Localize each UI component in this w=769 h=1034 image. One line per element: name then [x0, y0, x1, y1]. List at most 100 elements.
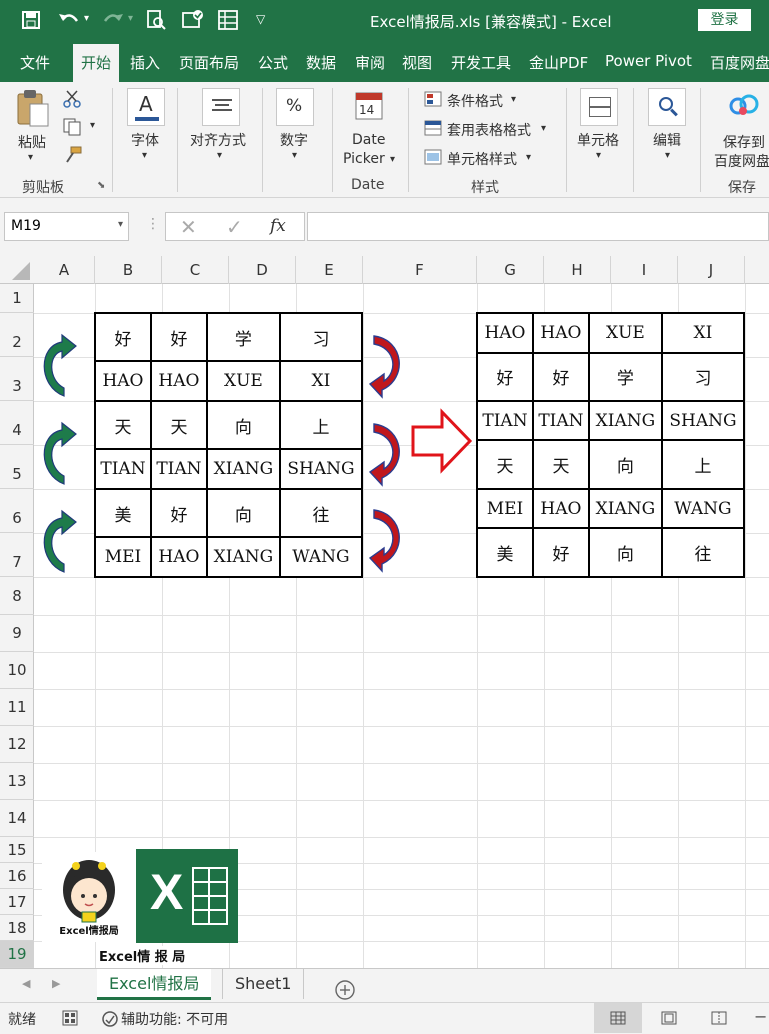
normal-view-button[interactable] — [594, 1003, 642, 1033]
table-cell[interactable]: XIANG — [587, 487, 663, 530]
table-cell[interactable]: WANG — [660, 487, 746, 530]
number-dropdown-icon[interactable]: ▾ — [292, 150, 297, 161]
table-cell[interactable]: 往 — [278, 487, 364, 539]
table-format-dropdown-icon[interactable]: ▾ — [541, 123, 546, 134]
cell-style-icon[interactable] — [424, 149, 442, 165]
table-cell[interactable]: MEI — [94, 536, 152, 578]
enter-icon[interactable]: ✓ — [226, 215, 243, 239]
date-picker-label-2[interactable]: Picker — [343, 151, 385, 167]
save-to-label-1[interactable]: 保存到 — [723, 132, 765, 152]
paste-label[interactable]: 粘贴 — [18, 132, 46, 152]
column-header-e[interactable]: E — [296, 256, 363, 284]
table-cell[interactable]: XUE — [587, 312, 663, 354]
table-cell[interactable]: HAO — [149, 536, 208, 578]
row-header-19[interactable]: 19 — [0, 941, 34, 968]
edit-label[interactable]: 编辑 — [653, 130, 681, 150]
cells-label[interactable]: 单元格 — [577, 130, 619, 150]
undo-dropdown-icon[interactable]: ▾ — [84, 13, 89, 24]
table-cell[interactable]: 向 — [587, 527, 663, 578]
table-cell[interactable]: 上 — [660, 439, 746, 490]
more-options-icon[interactable]: ⋮ — [146, 216, 160, 232]
save-to-label-2[interactable]: 百度网盘 — [714, 151, 769, 171]
table-cell[interactable]: TIAN — [476, 399, 534, 442]
form-icon[interactable] — [218, 10, 238, 30]
page-break-preview-icon[interactable] — [711, 1011, 727, 1025]
excel-qingbaoju-logo[interactable]: Excel情报局 — [42, 852, 136, 942]
save-icon[interactable] — [22, 11, 40, 29]
table-cell[interactable]: 向 — [587, 439, 663, 490]
paste-dropdown-icon[interactable]: ▾ — [28, 152, 33, 163]
accessibility-status[interactable]: 辅助功能: 不可用 — [121, 1009, 228, 1029]
copy-icon[interactable] — [63, 118, 83, 136]
row-header-13[interactable]: 13 — [0, 763, 34, 800]
print-preview-icon[interactable] — [146, 10, 166, 30]
table-cell[interactable]: TIAN — [149, 448, 208, 490]
row-header-4[interactable]: 4 — [0, 401, 34, 445]
column-header-j[interactable]: J — [678, 256, 745, 284]
tab-insert[interactable]: 插入 — [130, 52, 160, 73]
column-header-d[interactable]: D — [229, 256, 296, 284]
select-all-button[interactable] — [0, 256, 34, 284]
table-cell[interactable]: 向 — [205, 487, 281, 539]
row-header-6[interactable]: 6 — [0, 489, 34, 533]
table-cell[interactable]: 向 — [205, 399, 281, 451]
tab-baidu-netdisk[interactable]: 百度网盘 — [710, 52, 769, 73]
name-box-dropdown-icon[interactable]: ▾ — [118, 219, 123, 230]
table-cell[interactable]: 好 — [476, 351, 534, 402]
cells-icon[interactable] — [580, 88, 618, 126]
undo-icon[interactable] — [58, 11, 80, 29]
zoom-out-icon[interactable]: − — [754, 1007, 767, 1026]
tab-view[interactable]: 视图 — [402, 52, 432, 73]
row-header-14[interactable]: 14 — [0, 800, 34, 837]
table-cell[interactable]: XIANG — [587, 399, 663, 442]
cell-style-dropdown-icon[interactable]: ▾ — [526, 152, 531, 163]
table-cell[interactable]: WANG — [278, 536, 364, 578]
row-header-18[interactable]: 18 — [0, 915, 34, 941]
table-cell[interactable]: HAO — [94, 360, 152, 402]
tab-home[interactable]: 开始 — [73, 44, 120, 82]
table-cell[interactable]: MEI — [476, 487, 534, 530]
edit-dropdown-icon[interactable]: ▾ — [665, 150, 670, 161]
row-header-1[interactable]: 1 — [0, 284, 34, 313]
column-header-h[interactable]: H — [544, 256, 611, 284]
table-format-label[interactable]: 套用表格格式 — [447, 120, 531, 140]
baidu-cloud-icon[interactable] — [728, 92, 760, 120]
table-cell[interactable]: 学 — [587, 351, 663, 402]
customize-toolbar-icon[interactable]: ▽ — [256, 12, 265, 26]
name-box[interactable]: M19 ▾ — [4, 212, 129, 241]
row-header-7[interactable]: 7 — [0, 533, 34, 577]
prev-sheet-icon[interactable]: ◀ — [22, 977, 30, 990]
table-format-icon[interactable] — [424, 120, 442, 136]
alignment-icon[interactable] — [202, 88, 240, 126]
date-picker-label-1[interactable]: Date — [352, 132, 385, 148]
table-cell[interactable]: 学 — [205, 311, 281, 363]
row-header-2[interactable]: 2 — [0, 313, 34, 357]
table-cell[interactable]: 天 — [476, 439, 534, 490]
table-cell[interactable]: 好 — [94, 311, 152, 363]
table-cell[interactable]: SHANG — [278, 448, 364, 490]
column-header-a[interactable]: A — [34, 256, 95, 284]
table-cell[interactable]: XI — [660, 312, 746, 354]
table-cell[interactable]: 上 — [278, 399, 364, 451]
row-header-11[interactable]: 11 — [0, 689, 34, 726]
table-cell[interactable]: 美 — [94, 487, 152, 539]
cells-dropdown-icon[interactable]: ▾ — [596, 150, 601, 161]
number-format-icon[interactable]: % — [276, 88, 314, 126]
row-header-8[interactable]: 8 — [0, 577, 34, 615]
column-header-b[interactable]: B — [95, 256, 162, 284]
cancel-icon[interactable]: ✕ — [180, 215, 197, 239]
date-picker-dropdown-icon[interactable]: ▾ — [390, 154, 395, 165]
insert-function-icon[interactable]: fx — [270, 216, 286, 236]
copy-dropdown-icon[interactable]: ▾ — [90, 120, 95, 131]
paste-icon[interactable] — [16, 88, 50, 128]
cell-style-label[interactable]: 单元格样式 — [447, 149, 517, 169]
font-dropdown-icon[interactable]: ▾ — [142, 150, 147, 161]
row-header-16[interactable]: 16 — [0, 863, 34, 889]
font-icon[interactable]: A — [127, 88, 165, 126]
tab-file[interactable]: 文件 — [20, 52, 50, 73]
row-header-15[interactable]: 15 — [0, 837, 34, 863]
table-cell[interactable]: XI — [278, 360, 364, 402]
search-icon[interactable] — [648, 88, 686, 126]
table-cell[interactable]: 习 — [278, 311, 364, 363]
table-cell[interactable]: 美 — [476, 527, 534, 578]
